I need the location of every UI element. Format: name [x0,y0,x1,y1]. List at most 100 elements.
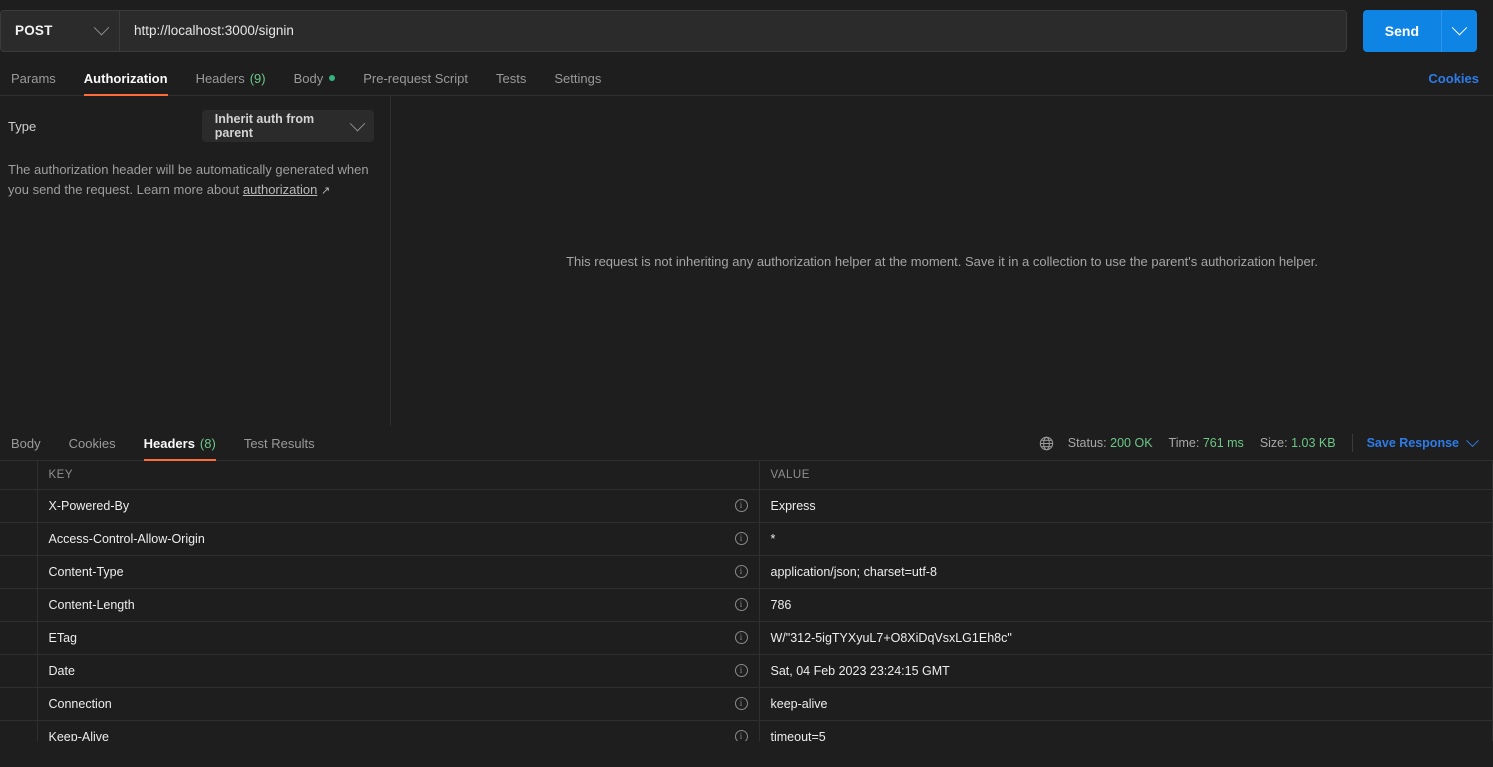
info-circle-icon[interactable]: i [734,532,748,545]
header-value: * [770,531,776,546]
header-value-cell[interactable]: timeout=5 [759,720,1493,741]
header-value-cell[interactable]: Express [759,489,1493,523]
header-value-cell[interactable]: Sat, 04 Feb 2023 23:24:15 GMT [759,654,1493,688]
table-row: Connection i keep-alive [0,687,1493,721]
header-key: Keep-Alive [48,729,109,742]
response-tabs: Body Cookies Headers (8) Test Results [0,426,329,461]
request-tab-authorization[interactable]: Authorization [70,61,182,96]
auth-type-select[interactable]: Inherit auth from parent [201,110,374,142]
chevron-down-icon [1466,433,1479,447]
tab-label: Tests [496,70,527,86]
response-size[interactable]: Size: 1.03 KB [1260,436,1336,450]
authorization-inherit-message: This request is not inheriting any autho… [566,253,1318,269]
header-key-cell[interactable]: ETag i [37,621,760,655]
chevron-down-icon [1451,19,1468,36]
response-time-label: Time: [1168,436,1200,450]
key-cell-inner: Keep-Alive i [48,729,759,742]
info-circle-icon[interactable]: i [734,730,748,741]
header-key-cell[interactable]: Connection i [37,687,760,721]
info-circle-icon[interactable]: i [734,631,748,644]
chevron-down-icon [93,19,110,36]
header-key-cell[interactable]: Keep-Alive i [37,720,760,742]
request-tab-settings[interactable]: Settings [540,61,615,95]
row-gutter [0,687,38,721]
info-circle-icon[interactable]: i [734,697,748,710]
authorization-settings: Type Inherit auth from parent The author… [0,96,391,426]
send-options-button[interactable] [1441,9,1477,52]
header-key-cell[interactable]: X-Powered-By i [37,489,760,523]
url-input[interactable]: http://localhost:3000/signin [120,10,1346,51]
save-response-button[interactable]: Save Response [1366,433,1479,450]
key-cell-inner: Content-Length i [49,598,759,612]
gutter-header [0,461,38,490]
authorization-learn-more-link[interactable]: authorization [243,182,317,197]
tab-label: Body [293,70,324,86]
table-row: X-Powered-By i Express [0,489,1493,523]
header-key: Content-Length [48,597,135,612]
key-cell-inner: Content-Type i [49,565,759,579]
info-circle-icon[interactable]: i [734,499,748,512]
response-tab-headers[interactable]: Headers (8) [130,426,230,461]
tab-label: Settings [554,70,602,86]
globe-icon[interactable] [1039,436,1054,451]
tab-label: Body [11,435,41,451]
response-status-value: 200 OK [1110,436,1153,450]
response-time[interactable]: Time: 761 ms [1169,436,1244,450]
header-value-cell[interactable]: * [759,522,1493,556]
header-key: ETag [48,630,78,645]
tab-label: Pre-request Script [363,70,468,86]
column-header-value: VALUE [759,461,1493,490]
header-value-cell[interactable]: W/"312-5igTYXyuL7+O8XiDqVsxLG1Eh8c" [759,621,1493,655]
tab-label: Test Results [243,435,315,451]
info-circle-icon[interactable]: i [734,598,748,611]
tab-label: Cookies [68,435,116,451]
response-size-label: Size: [1259,436,1288,450]
header-value: timeout=5 [770,729,826,742]
authorization-pane: Type Inherit auth from parent The author… [0,96,1493,426]
info-circle-icon[interactable]: i [734,664,748,677]
response-status[interactable]: Status: 200 OK [1068,436,1153,450]
header-key-cell[interactable]: Date i [37,654,760,688]
external-link-arrow-icon: ↗ [320,185,331,198]
request-tab-headers[interactable]: Headers (9) [182,61,280,95]
row-gutter [0,621,38,655]
table-header-row: KEY VALUE [0,461,1493,490]
table-row: ETag i W/"312-5igTYXyuL7+O8XiDqVsxLG1Eh8c" [0,621,1493,655]
divider [1351,434,1353,452]
send-button[interactable]: Send [1362,9,1441,52]
cookies-link[interactable]: Cookies [1414,61,1493,95]
response-headers-table-wrap: KEY VALUE X-Powered-By i Express Access-Con… [0,461,1493,741]
header-value: keep-alive [770,696,828,711]
header-key-cell[interactable]: Content-Type i [37,555,760,589]
tab-label: Headers [195,70,245,86]
save-response-label: Save Response [1366,436,1459,450]
request-tab-bar: Params Authorization Headers (9) Body Pre-req… [0,61,1493,96]
http-method-label: POST [15,23,53,38]
request-url-bar: POST http://localhost:3000/signin Send [0,0,1493,61]
info-circle-icon[interactable]: i [734,565,748,578]
header-value-cell[interactable]: 786 [759,588,1493,622]
column-header-key: KEY [37,461,760,490]
table-row: Keep-Alive i timeout=5 [0,720,1493,741]
request-tab-pre-request-script[interactable]: Pre-request Script [349,61,482,95]
url-input-group: POST http://localhost:3000/signin [0,9,1347,52]
request-tab-params[interactable]: Params [0,61,70,95]
auth-description: The authorization header will be automat… [8,160,374,200]
key-cell-inner: Access-Control-Allow-Origin i [49,532,759,546]
response-tab-cookies[interactable]: Cookies [55,426,130,460]
http-method-select[interactable]: POST [1,10,120,51]
header-value-cell[interactable]: application/json; charset=utf-8 [759,555,1493,589]
header-key-cell[interactable]: Access-Control-Allow-Origin i [37,522,760,556]
response-headers-table: KEY VALUE X-Powered-By i Express Access-Con… [0,461,1493,741]
header-key-cell[interactable]: Content-Length i [37,588,760,622]
response-tab-body[interactable]: Body [0,426,55,460]
response-tab-test-results[interactable]: Test Results [230,426,329,460]
response-size-value: 1.03 KB [1291,436,1336,450]
request-tab-tests[interactable]: Tests [482,61,540,95]
row-gutter [0,489,38,523]
header-value-cell[interactable]: keep-alive [759,687,1493,721]
authorization-info-pane: This request is not inheriting any autho… [391,96,1493,426]
auth-type-row: Type Inherit auth from parent [8,110,374,142]
request-tab-body[interactable]: Body [280,61,350,95]
response-status-group: Status: 200 OK Time: 761 ms Size: 1.03 K… [1039,426,1493,460]
